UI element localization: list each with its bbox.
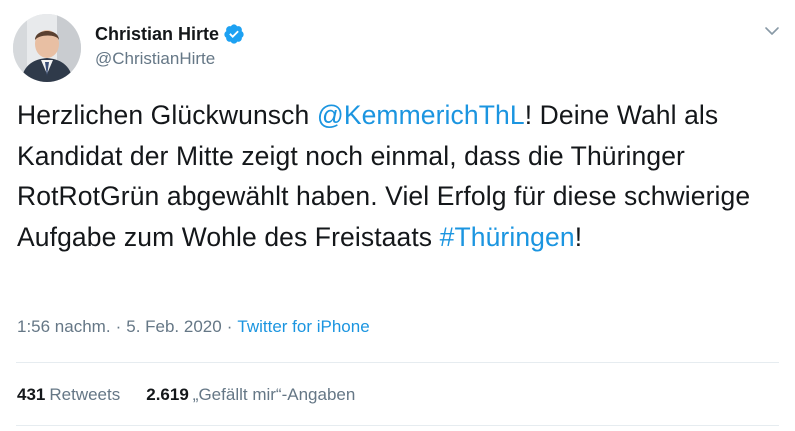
- retweets-label: Retweets: [49, 385, 121, 404]
- tweet-meta: 1:56 nachm. · 5. Feb. 2020 · Twitter for iPh…: [17, 317, 370, 337]
- display-name[interactable]: Christian Hirte: [95, 24, 219, 45]
- name-row: Christian Hirte: [95, 22, 245, 46]
- tweet-time[interactable]: 1:56 nachm.: [17, 317, 111, 336]
- tweet-text: Herzlichen Glückwunsch @KemmerichThL! De…: [17, 95, 787, 257]
- author-block: Christian Hirte @ChristianHirte: [95, 22, 245, 69]
- tweet-card: Christian Hirte @ChristianHirte Herzlich…: [0, 0, 795, 431]
- verified-badge-icon: [223, 23, 245, 45]
- divider: [16, 425, 779, 426]
- meta-separator: ·: [226, 317, 233, 336]
- tweet-text-part: !: [574, 221, 583, 252]
- mention-link[interactable]: @KemmerichThL: [317, 100, 525, 130]
- likes-count: 2.619: [146, 385, 189, 404]
- tweet-text-part: Herzlichen Glückwunsch: [17, 100, 317, 130]
- hashtag-link[interactable]: #Thüringen: [440, 222, 575, 252]
- meta-separator: ·: [115, 317, 122, 336]
- likes-label: „Gefällt mir“-Angaben: [192, 385, 356, 404]
- chevron-down-icon[interactable]: [763, 22, 781, 40]
- retweets-count: 431: [17, 385, 46, 404]
- tweet-source-link[interactable]: Twitter for iPhone: [237, 317, 369, 336]
- divider: [16, 362, 779, 363]
- likes-stat[interactable]: 2.619 „Gefällt mir“-Angaben: [146, 385, 355, 405]
- avatar[interactable]: [13, 14, 81, 82]
- tweet-stats: 431 Retweets 2.619 „Gefällt mir“-Angaben: [17, 385, 381, 405]
- user-handle[interactable]: @ChristianHirte: [95, 49, 245, 69]
- retweets-stat[interactable]: 431 Retweets: [17, 385, 120, 405]
- tweet-date[interactable]: 5. Feb. 2020: [126, 317, 221, 336]
